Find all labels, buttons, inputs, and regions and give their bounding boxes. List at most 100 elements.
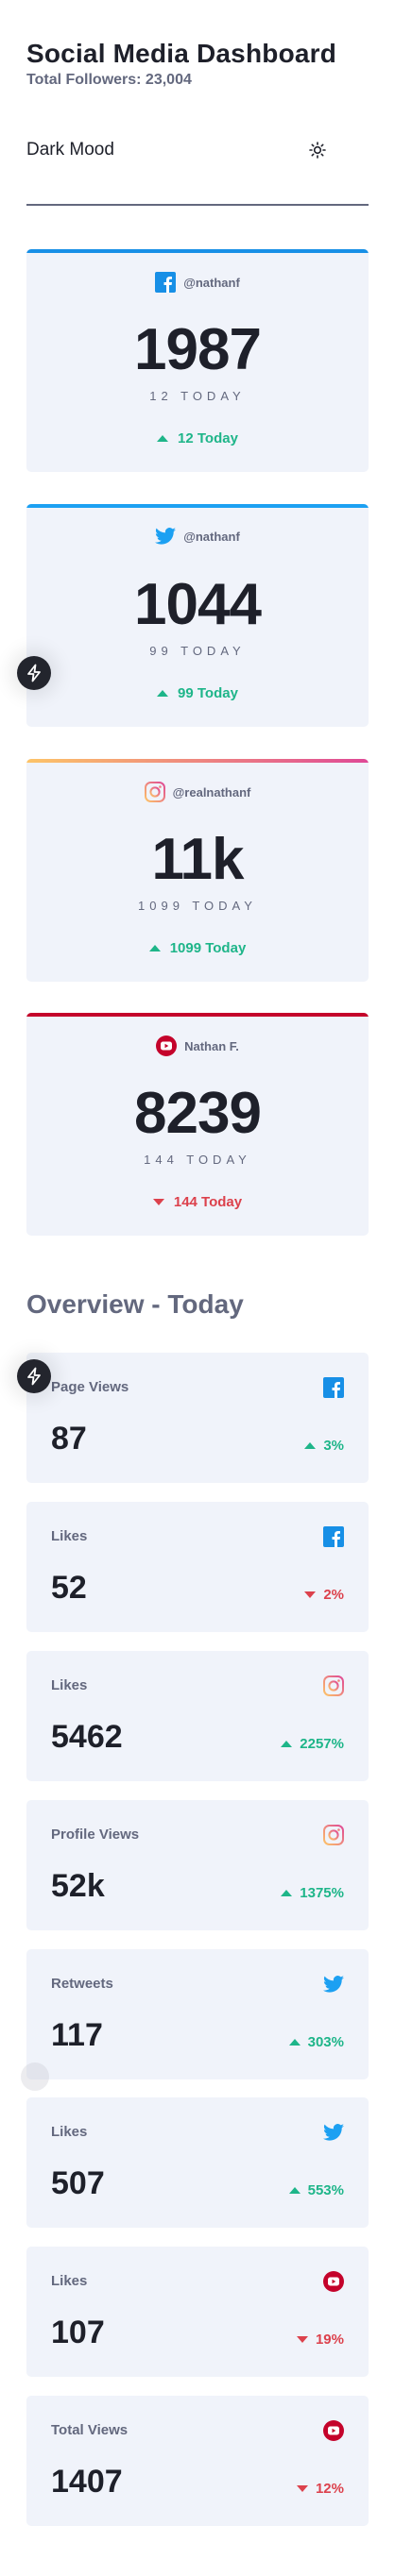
follower-count: 8239 bbox=[134, 1081, 262, 1146]
faded-floating-button bbox=[21, 2062, 49, 2091]
trend-up-icon bbox=[157, 435, 169, 442]
dashboard-header: Social Media Dashboard Total Followers: … bbox=[26, 38, 369, 89]
floating-action-button[interactable] bbox=[17, 656, 51, 690]
overview-change-text: 553% bbox=[307, 2182, 344, 2198]
follower-card-twitter[interactable]: @nathanf 1044 99 TODAY 99 Today bbox=[26, 504, 369, 727]
trend-down-icon bbox=[304, 1591, 317, 1598]
overview-card-twitter-retweets[interactable]: Retweets 117 303% bbox=[26, 1949, 369, 2079]
overview-change-text: 3% bbox=[323, 1438, 344, 1454]
overview-label: Total Views bbox=[51, 2422, 129, 2438]
overview-change: 12% bbox=[296, 2481, 344, 2497]
overview-label: Retweets bbox=[51, 1976, 113, 1992]
followers-change: 12 Today bbox=[26, 430, 369, 446]
follower-count: 1044 bbox=[134, 572, 262, 637]
trend-down-icon bbox=[296, 2485, 308, 2492]
overview-change-text: 19% bbox=[315, 2332, 344, 2348]
overview-change-text: 303% bbox=[307, 2034, 344, 2050]
trend-down-icon bbox=[152, 1199, 164, 1205]
overview-change-text: 2257% bbox=[300, 1736, 344, 1752]
followers-label: 1099 TODAY bbox=[138, 899, 257, 913]
card-handle: @realnathanf bbox=[172, 784, 251, 800]
followers-label: 144 TODAY bbox=[144, 1153, 251, 1167]
trend-up-icon bbox=[281, 1741, 293, 1747]
trend-up-icon bbox=[304, 1442, 317, 1449]
card-accent-bar bbox=[26, 1013, 369, 1017]
overview-label: Likes bbox=[51, 1528, 88, 1544]
youtube-icon bbox=[156, 1035, 178, 1056]
twitter-icon bbox=[323, 1976, 344, 1993]
lightning-icon bbox=[27, 664, 41, 682]
theme-toggle-button[interactable] bbox=[306, 139, 329, 161]
youtube-icon bbox=[323, 2420, 344, 2441]
followers-change: 99 Today bbox=[26, 685, 369, 701]
twitter-icon bbox=[155, 528, 177, 545]
total-followers: Total Followers: 23,004 bbox=[26, 72, 192, 88]
instagram-icon bbox=[323, 1675, 344, 1696]
twitter-icon bbox=[323, 2124, 344, 2141]
lightning-icon bbox=[27, 1367, 41, 1386]
follower-card-youtube[interactable]: Nathan F. 8239 144 TODAY 144 Today bbox=[26, 1013, 369, 1236]
overview-value: 1407 bbox=[51, 2464, 123, 2500]
followers-change-text: 144 Today bbox=[173, 1194, 243, 1210]
followers-label: 12 TODAY bbox=[149, 389, 246, 403]
card-handle: @nathanf bbox=[183, 275, 240, 290]
overview-label: Likes bbox=[51, 1677, 88, 1693]
overview-card-instagram-likes[interactable]: Likes 5462 2257% bbox=[26, 1651, 369, 1781]
followers-change: 144 Today bbox=[26, 1194, 369, 1210]
overview-change-text: 1375% bbox=[300, 1885, 344, 1901]
follower-card-instagram[interactable]: @realnathanf 11k 1099 TODAY 1099 Today bbox=[26, 759, 369, 982]
card-handle-row: @nathanf bbox=[26, 527, 369, 546]
overview-change: 2257% bbox=[281, 1736, 344, 1752]
overview-change: 553% bbox=[288, 2182, 344, 2198]
trend-up-icon bbox=[281, 1890, 293, 1896]
overview-value: 5462 bbox=[51, 1719, 123, 1755]
theme-toggle-row: Dark Mood bbox=[26, 138, 369, 206]
overview-title: Overview - Today bbox=[26, 1289, 244, 1319]
trend-up-icon bbox=[148, 945, 161, 951]
overview-change: 19% bbox=[296, 2332, 344, 2348]
overview-change: 3% bbox=[304, 1438, 344, 1454]
page-title: Social Media Dashboard bbox=[26, 39, 337, 68]
trend-up-icon bbox=[157, 690, 169, 697]
followers-label: 99 TODAY bbox=[149, 644, 246, 658]
overview-card-facebook-page-views[interactable]: Page Views 87 3% bbox=[26, 1353, 369, 1483]
floating-action-button[interactable] bbox=[17, 1359, 51, 1393]
overview-card-twitter-likes[interactable]: Likes 507 553% bbox=[26, 2097, 369, 2228]
facebook-icon bbox=[323, 1377, 344, 1398]
sun-icon bbox=[309, 142, 326, 159]
follower-count: 11k bbox=[151, 827, 244, 892]
overview-label: Likes bbox=[51, 2273, 88, 2289]
card-handle-row: @nathanf bbox=[26, 272, 369, 293]
card-handle: Nathan F. bbox=[184, 1038, 239, 1053]
overview-value: 507 bbox=[51, 2165, 105, 2201]
theme-toggle-label: Dark Mood bbox=[26, 140, 114, 160]
overview-label: Likes bbox=[51, 2124, 88, 2140]
overview-card-facebook-likes[interactable]: Likes 52 2% bbox=[26, 1502, 369, 1632]
overview-value: 117 bbox=[51, 2017, 103, 2053]
card-handle-row: @realnathanf bbox=[26, 782, 369, 802]
facebook-icon bbox=[323, 1526, 344, 1547]
overview-value: 52k bbox=[51, 1868, 105, 1904]
overview-change-text: 12% bbox=[315, 2481, 344, 2497]
trend-down-icon bbox=[296, 2336, 308, 2343]
overview-label: Profile Views bbox=[51, 1827, 140, 1843]
follower-card-facebook[interactable]: @nathanf 1987 12 TODAY 12 Today bbox=[26, 249, 369, 472]
overview-value: 87 bbox=[51, 1421, 87, 1456]
instagram-icon bbox=[323, 1825, 344, 1845]
overview-card-youtube-total-views[interactable]: Total Views 1407 12% bbox=[26, 2396, 369, 2526]
card-handle: @nathanf bbox=[183, 529, 240, 544]
facebook-icon bbox=[155, 272, 177, 293]
instagram-icon bbox=[144, 782, 165, 802]
card-accent-bar bbox=[26, 504, 369, 508]
trend-up-icon bbox=[288, 2039, 301, 2046]
card-accent-bar bbox=[26, 759, 369, 763]
followers-change: 1099 Today bbox=[26, 940, 369, 956]
trend-up-icon bbox=[288, 2187, 301, 2194]
overview-change: 303% bbox=[288, 2034, 344, 2050]
overview-change: 1375% bbox=[281, 1885, 344, 1901]
follower-count: 1987 bbox=[134, 317, 262, 382]
overview-card-instagram-profile-views[interactable]: Profile Views 52k 1375% bbox=[26, 1800, 369, 1930]
followers-change-text: 12 Today bbox=[178, 430, 238, 446]
overview-card-youtube-likes[interactable]: Likes 107 19% bbox=[26, 2247, 369, 2377]
overview-change: 2% bbox=[304, 1587, 344, 1603]
